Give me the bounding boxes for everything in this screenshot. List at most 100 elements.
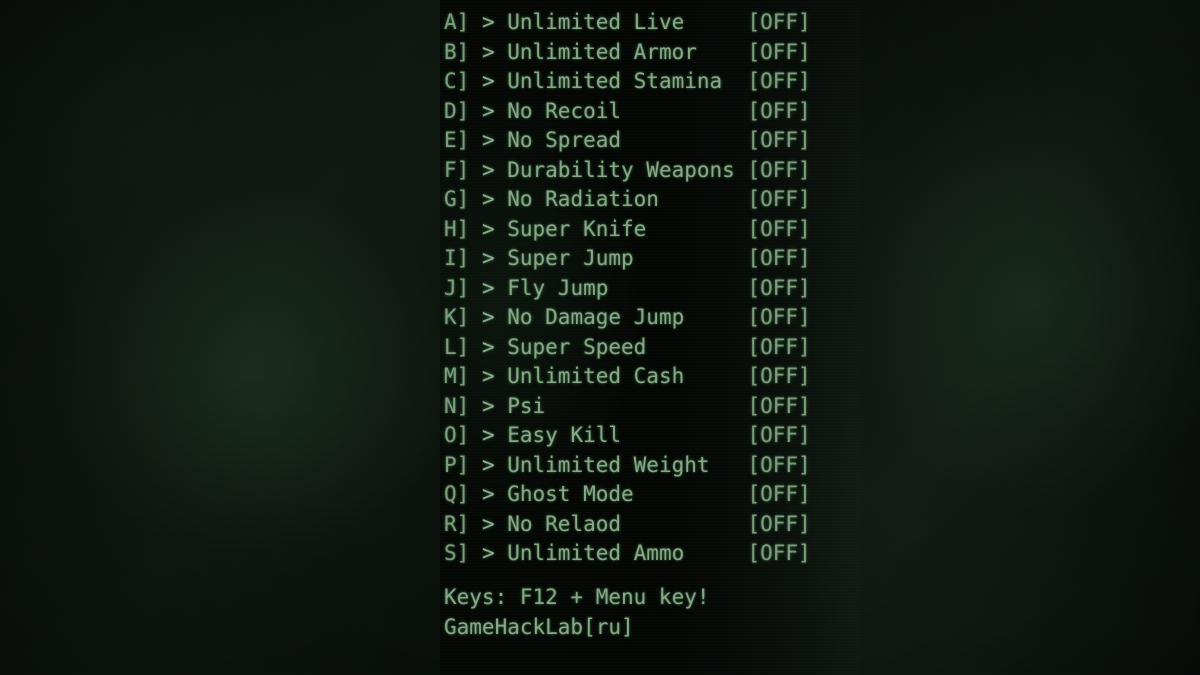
cheat-hotkey: R]: [444, 511, 470, 536]
column-spacer: [646, 335, 747, 359]
chevron-right-icon: >: [469, 216, 508, 241]
cheat-row[interactable]: R] > No Relaod [OFF]: [444, 510, 811, 540]
cheat-label: Super Knife: [507, 216, 647, 241]
column-spacer: [684, 541, 747, 565]
cheat-state-badge[interactable]: [OFF]: [747, 364, 810, 388]
column-spacer: [634, 482, 748, 506]
cheat-label: No Recoil: [507, 98, 622, 123]
chevron-right-icon: >: [469, 482, 508, 506]
cheat-label: Durability Weapons: [507, 157, 735, 182]
chevron-right-icon: >: [469, 452, 508, 477]
column-spacer: [646, 217, 747, 241]
column-spacer: [684, 305, 747, 329]
cheat-row[interactable]: M] > Unlimited Cash [OFF]: [444, 362, 811, 392]
chevron-right-icon: >: [469, 305, 508, 329]
cheat-row[interactable]: Q] > Ghost Mode [OFF]: [444, 480, 811, 510]
chevron-right-icon: >: [469, 275, 508, 300]
cheat-hotkey: Q]: [444, 482, 470, 506]
chevron-right-icon: >: [469, 393, 508, 418]
cheat-label: No Spread: [507, 128, 622, 152]
column-spacer: [735, 158, 748, 182]
cheat-label: Unlimited Ammo: [507, 541, 685, 565]
column-spacer: [684, 10, 747, 34]
chevron-right-icon: >: [469, 157, 508, 182]
column-spacer: [608, 276, 747, 300]
cheat-label: Psi: [507, 393, 546, 418]
chevron-right-icon: >: [469, 364, 508, 388]
cheat-state-badge[interactable]: [OFF]: [747, 541, 810, 565]
column-spacer: [621, 99, 747, 123]
cheat-label: Unlimited Weight: [507, 452, 710, 477]
credit-text: GameHackLab[ru]: [444, 614, 634, 639]
cheat-state-badge[interactable]: [OFF]: [747, 217, 810, 241]
cheat-state-badge[interactable]: [OFF]: [747, 10, 810, 34]
column-spacer: [621, 128, 747, 152]
cheat-hotkey: L]: [444, 334, 470, 359]
column-spacer: [621, 512, 747, 536]
cheat-hotkey: S]: [444, 541, 470, 565]
cheat-row[interactable]: G] > No Radiation [OFF]: [444, 185, 811, 215]
cheat-hotkey: C]: [444, 69, 470, 93]
chevron-right-icon: >: [469, 187, 508, 211]
chevron-right-icon: >: [469, 334, 508, 359]
cheat-state-badge[interactable]: [OFF]: [747, 158, 810, 182]
cheat-row[interactable]: L] > Super Speed [OFF]: [444, 333, 811, 363]
cheat-hotkey: N]: [444, 393, 470, 418]
cheat-state-badge[interactable]: [OFF]: [747, 128, 810, 152]
cheat-state-badge[interactable]: [OFF]: [747, 246, 810, 270]
cheat-label: No Damage Jump: [507, 305, 685, 329]
cheat-row[interactable]: I] > Super Jump [OFF]: [444, 244, 811, 274]
cheat-hotkey: F]: [444, 157, 470, 182]
cheat-hotkey: M]: [444, 364, 470, 388]
cheat-row[interactable]: N] > Psi [OFF]: [444, 392, 811, 422]
cheat-hotkey: A]: [444, 10, 470, 34]
cheat-row[interactable]: B] > Unlimited Armor [OFF]: [444, 38, 811, 68]
cheat-row[interactable]: C] > Unlimited Stamina [OFF]: [444, 67, 811, 97]
column-spacer: [722, 69, 747, 93]
cheat-label: Fly Jump: [507, 275, 609, 300]
cheat-state-badge[interactable]: [OFF]: [747, 276, 810, 300]
cheat-state-badge[interactable]: [OFF]: [747, 394, 810, 418]
chevron-right-icon: >: [469, 423, 508, 447]
cheat-label: No Radiation: [507, 187, 659, 211]
cheat-label: Unlimited Live: [507, 10, 685, 34]
cheat-row[interactable]: O] > Easy Kill [OFF]: [444, 421, 811, 451]
column-spacer: [697, 40, 748, 64]
cheat-hotkey: B]: [444, 39, 470, 64]
cheat-row[interactable]: H] > Super Knife [OFF]: [444, 215, 811, 245]
cheat-row[interactable]: J] > Fly Jump [OFF]: [444, 274, 811, 304]
cheat-state-badge[interactable]: [OFF]: [747, 187, 810, 211]
cheat-state-badge[interactable]: [OFF]: [747, 335, 810, 359]
cheat-row[interactable]: D] > No Recoil [OFF]: [444, 97, 811, 127]
cheat-row[interactable]: K] > No Damage Jump [OFF]: [444, 303, 811, 333]
cheat-label: No Relaod: [507, 511, 622, 536]
cheat-label: Unlimited Cash: [507, 364, 685, 388]
cheat-label: Super Speed: [507, 334, 647, 359]
cheat-row[interactable]: F] > Durability Weapons [OFF]: [444, 156, 811, 186]
cheat-hotkey: O]: [444, 423, 470, 447]
cheat-state-badge[interactable]: [OFF]: [747, 453, 810, 477]
chevron-right-icon: >: [469, 511, 508, 536]
keys-hint-text: Keys: F12 + Menu key!: [444, 585, 710, 609]
cheat-state-badge[interactable]: [OFF]: [747, 305, 810, 329]
chevron-right-icon: >: [469, 10, 508, 34]
cheat-state-badge[interactable]: [OFF]: [747, 69, 810, 93]
cheat-state-badge[interactable]: [OFF]: [747, 423, 810, 447]
cheat-label: Super Jump: [507, 246, 634, 270]
cheat-overlay-panel: A] > Unlimited Live [OFF] B] > Unlimited …: [440, 0, 860, 675]
cheat-state-badge[interactable]: [OFF]: [747, 40, 810, 64]
cheat-row[interactable]: S] > Unlimited Ammo [OFF]: [444, 539, 811, 569]
cheat-hotkey: K]: [444, 305, 470, 329]
chevron-right-icon: >: [469, 128, 508, 152]
cheat-row[interactable]: E] > No Spread [OFF]: [444, 126, 811, 156]
cheat-state-badge[interactable]: [OFF]: [747, 99, 810, 123]
chevron-right-icon: >: [469, 98, 508, 123]
cheat-row[interactable]: A] > Unlimited Live [OFF]: [444, 8, 811, 38]
cheat-state-badge[interactable]: [OFF]: [747, 482, 810, 506]
cheat-row[interactable]: P] > Unlimited Weight [OFF]: [444, 451, 811, 481]
cheat-hotkey: G]: [444, 187, 470, 211]
cheat-state-badge[interactable]: [OFF]: [747, 512, 810, 536]
column-spacer: [634, 246, 748, 270]
cheat-label: Unlimited Armor: [507, 39, 697, 64]
cheat-label: Ghost Mode: [507, 482, 634, 506]
